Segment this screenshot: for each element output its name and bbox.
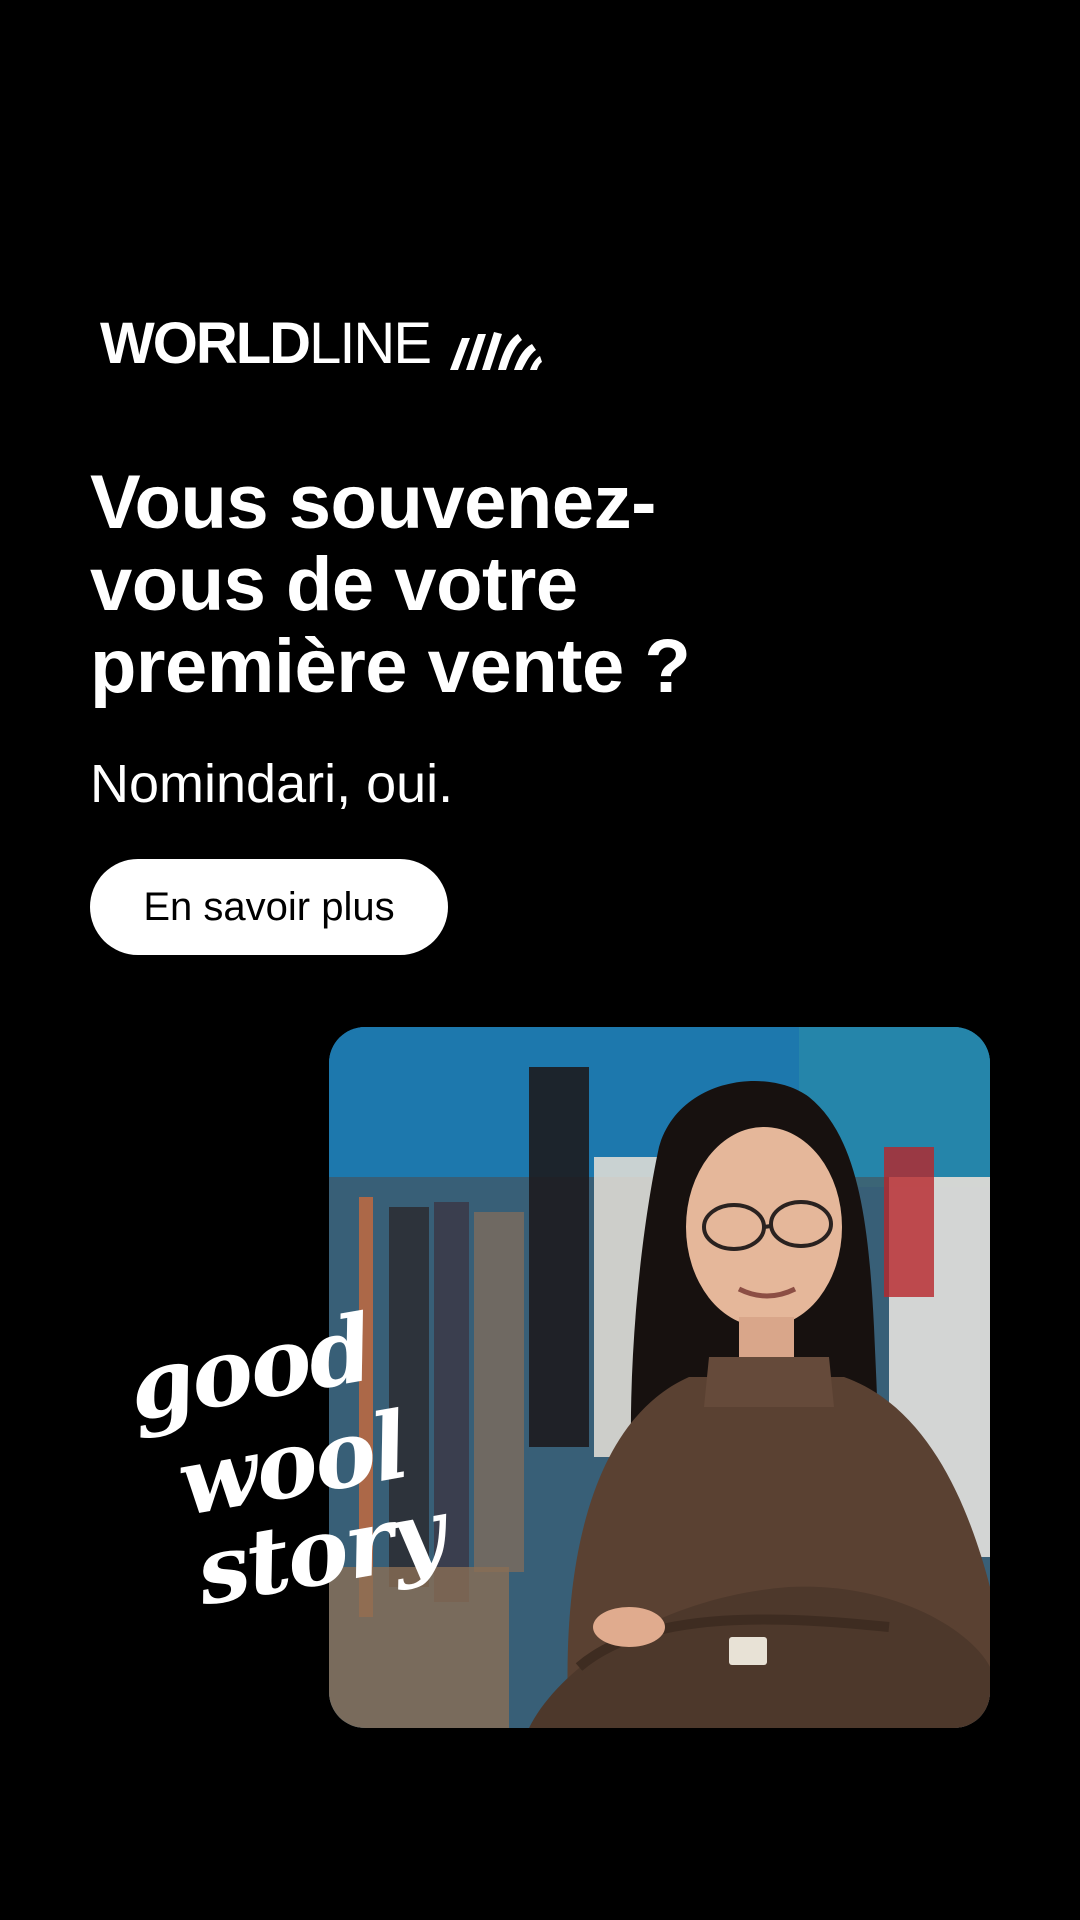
learn-more-button[interactable]: En savoir plus <box>90 859 448 955</box>
worldline-logo: WORLD LINE <box>100 311 543 376</box>
ad-banner: WORLD LINE Vous souvenez- vous de votre … <box>0 0 1080 1920</box>
subheadline: Nomindari, oui. <box>90 754 454 814</box>
headline: Vous souvenez- vous de votre première ve… <box>90 460 691 709</box>
worldline-wave-icon <box>450 332 543 370</box>
portrait-illustration <box>329 1027 990 1728</box>
portrait-photo <box>329 1027 990 1728</box>
logo-text-world: WORLD <box>100 311 311 376</box>
logo-text-line: LINE <box>309 311 432 376</box>
